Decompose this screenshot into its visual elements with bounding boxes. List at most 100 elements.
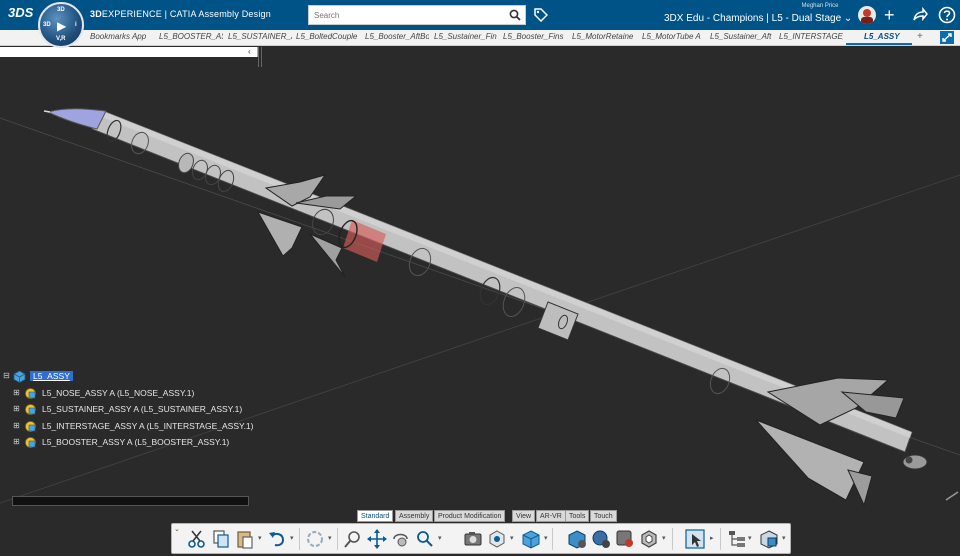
tree-item-label[interactable]: L5_INTERSTAGE_ASSY A (L5_INTERSTAGE_ASSY… <box>42 421 254 431</box>
pan-icon[interactable] <box>366 528 388 550</box>
tree-collapse-icon[interactable]: ⊟ <box>2 372 11 381</box>
tab-bar: Bookmarks App L5_BOOSTER_AS L5_SUSTAINER… <box>0 30 960 46</box>
zoom-icon[interactable] <box>342 528 364 550</box>
chevron-down-icon[interactable]: ⌄ <box>174 525 180 535</box>
chevron-down-icon: ⌄ <box>843 13 853 24</box>
toolbar-separator <box>552 528 553 550</box>
tree-item-label[interactable]: L5_SUSTAINER_ASSY A (L5_SUSTAINER_ASSY.1… <box>42 404 242 414</box>
avatar[interactable] <box>858 6 876 24</box>
tree-icon[interactable] <box>726 528 748 550</box>
paste-dropdown-icon[interactable]: ▾ <box>258 534 264 544</box>
ds-logo: 3DS <box>8 5 34 20</box>
section-tab-touch[interactable]: Touch <box>590 510 617 522</box>
panel-splitter[interactable] <box>258 47 262 67</box>
add-tab-button[interactable]: + <box>917 31 923 42</box>
tree-scrollbar[interactable] <box>12 496 249 506</box>
tree-root[interactable]: ⊟ L5_ASSY <box>2 369 252 386</box>
paste-icon[interactable] <box>234 528 256 550</box>
tree-expand-icon[interactable]: ⊞ <box>12 405 21 414</box>
collaborative-space[interactable]: 3DX Edu - Champions | L5 - Dual Stage ⌄ <box>664 13 852 24</box>
search-box[interactable] <box>308 5 526 25</box>
tree-item-label[interactable]: L5_BOOSTER_ASSY A (L5_BOOSTER_ASSY.1) <box>42 437 229 447</box>
view-cube-icon[interactable] <box>520 528 542 550</box>
plus-icon[interactable]: + <box>884 6 895 24</box>
capture-icon[interactable] <box>462 528 484 550</box>
tree-expand-icon[interactable]: ⊞ <box>12 421 21 431</box>
shape-icon[interactable] <box>638 528 660 550</box>
shape-dropdown-icon[interactable]: ▾ <box>662 534 668 544</box>
tree-item-label[interactable]: L5_NOSE_ASSY A (L5_NOSE_ASSY.1) <box>42 388 194 398</box>
section-dropdown-icon[interactable]: ▾ <box>782 534 788 544</box>
section-tab-assembly[interactable]: Assembly <box>395 510 434 522</box>
share-icon[interactable] <box>911 6 929 24</box>
nozzle-core <box>905 456 913 464</box>
tab-l5-interstage[interactable]: L5_INTERSTAGE_ <box>779 32 843 41</box>
section-tab-tools[interactable]: Tools <box>565 510 590 522</box>
tab-l5-booster-assy[interactable]: L5_BOOSTER_AS <box>159 32 223 41</box>
brand-bold: 3D <box>90 9 102 19</box>
tree-item[interactable]: ⊞ L5_INTERSTAGE_ASSY A (L5_INTERSTAGE_AS… <box>2 419 254 436</box>
update-dropdown-icon[interactable]: ▾ <box>328 534 334 544</box>
tab-l5-assy[interactable]: L5_ASSY <box>864 32 908 41</box>
tree-item[interactable]: ⊞ L5_BOOSTER_ASSY A (L5_BOOSTER_ASSY.1) <box>2 435 252 452</box>
search-zoom-icon[interactable] <box>414 528 436 550</box>
tab-l5-sustainer-assy[interactable]: L5_SUSTAINER_A <box>228 32 292 41</box>
update-icon[interactable] <box>304 528 326 550</box>
section-tab-standard[interactable]: Standard <box>357 510 394 522</box>
tab-l5-motor-tube[interactable]: L5_MotorTube A <box>642 32 706 41</box>
action-bar: ⌄ ▾ ▾ ▾ ▾ ▾ ▾ ▾ ▸ ▾ ▾ <box>171 523 791 554</box>
sub-assembly-icon <box>25 404 36 415</box>
active-tab-indicator <box>846 43 912 45</box>
tab-l5-bolted-coupler[interactable]: L5_BoltedCouple <box>296 32 360 41</box>
undo-dropdown-icon[interactable]: ▾ <box>290 534 296 544</box>
render-dropdown-icon[interactable]: ▾ <box>510 534 516 544</box>
tab-l5-booster-fins[interactable]: L5_Booster_Fins <box>503 32 567 41</box>
sub-assembly-icon <box>25 437 36 448</box>
material-icon[interactable] <box>614 528 636 550</box>
section-tab-product-modification[interactable]: Product Modification <box>434 510 506 522</box>
tree-expand-icon[interactable]: ⊞ <box>12 438 21 447</box>
brand-rest: EXPERIENCE | CATIA <box>101 9 199 19</box>
view-dropdown-icon[interactable]: ▾ <box>544 534 550 544</box>
toolbar-separator <box>720 528 721 550</box>
rotate-icon[interactable] <box>390 528 412 550</box>
cut-icon[interactable] <box>186 528 208 550</box>
compass-top-label: 3D <box>57 7 65 13</box>
specification-tree: ⊟ L5_ASSY ⊞ L5_NOSE_ASSY A (L5_NOSE_ASSY… <box>2 369 254 452</box>
tag-icon[interactable] <box>533 7 548 22</box>
compass-bottom-label: V,R <box>56 36 66 42</box>
user-name[interactable]: Meghan Price <box>798 3 842 9</box>
help-icon[interactable] <box>938 6 956 24</box>
select-dropdown-icon[interactable]: ▸ <box>710 534 716 544</box>
zoom-dropdown-icon[interactable]: ▾ <box>438 534 444 544</box>
tab-bookmarks[interactable]: Bookmarks App <box>90 32 152 41</box>
tree-dropdown-icon[interactable]: ▾ <box>748 534 754 544</box>
tree-item[interactable]: ⊞ L5_SUSTAINER_ASSY A (L5_SUSTAINER_ASSY… <box>2 402 252 419</box>
3d-viewport[interactable] <box>0 47 960 556</box>
undo-icon[interactable] <box>266 528 288 550</box>
assembly-icon <box>13 370 26 383</box>
section-tab-view[interactable]: View <box>512 510 536 522</box>
search-input[interactable] <box>309 6 505 24</box>
tab-l5-booster-aftbody[interactable]: L5_Booster_AftBo <box>365 32 429 41</box>
play-icon: ▶ <box>57 19 67 33</box>
compass-widget[interactable]: 3D 3D i V,R ▶ <box>38 2 84 48</box>
sub-assembly-icon <box>25 387 36 399</box>
expand-icon[interactable] <box>940 31 954 44</box>
tree-root-label[interactable]: L5_ASSY <box>30 371 73 381</box>
sub-assembly-icon <box>25 420 36 432</box>
search-icon[interactable] <box>509 9 521 21</box>
copy-icon[interactable] <box>210 528 232 550</box>
section-icon[interactable] <box>758 528 780 550</box>
select-icon[interactable] <box>684 528 706 550</box>
collapse-panel-icon[interactable]: ‹ <box>248 47 251 57</box>
part-icon[interactable] <box>590 528 612 550</box>
section-tab-ar-vr[interactable]: AR-VR <box>536 510 566 522</box>
tab-l5-motor-retainer[interactable]: L5_MotorRetaine <box>572 32 636 41</box>
tab-l5-sustainer-fins[interactable]: L5_Sustainer_Fin <box>434 32 498 41</box>
tab-l5-sustainer-aft[interactable]: L5_Sustainer_Aft <box>710 32 774 41</box>
render-mode-icon[interactable] <box>486 528 508 550</box>
product-icon[interactable] <box>566 528 588 550</box>
tree-item[interactable]: ⊞ L5_NOSE_ASSY A (L5_NOSE_ASSY.1) <box>2 386 252 403</box>
tree-expand-icon[interactable]: ⊞ <box>12 388 21 398</box>
